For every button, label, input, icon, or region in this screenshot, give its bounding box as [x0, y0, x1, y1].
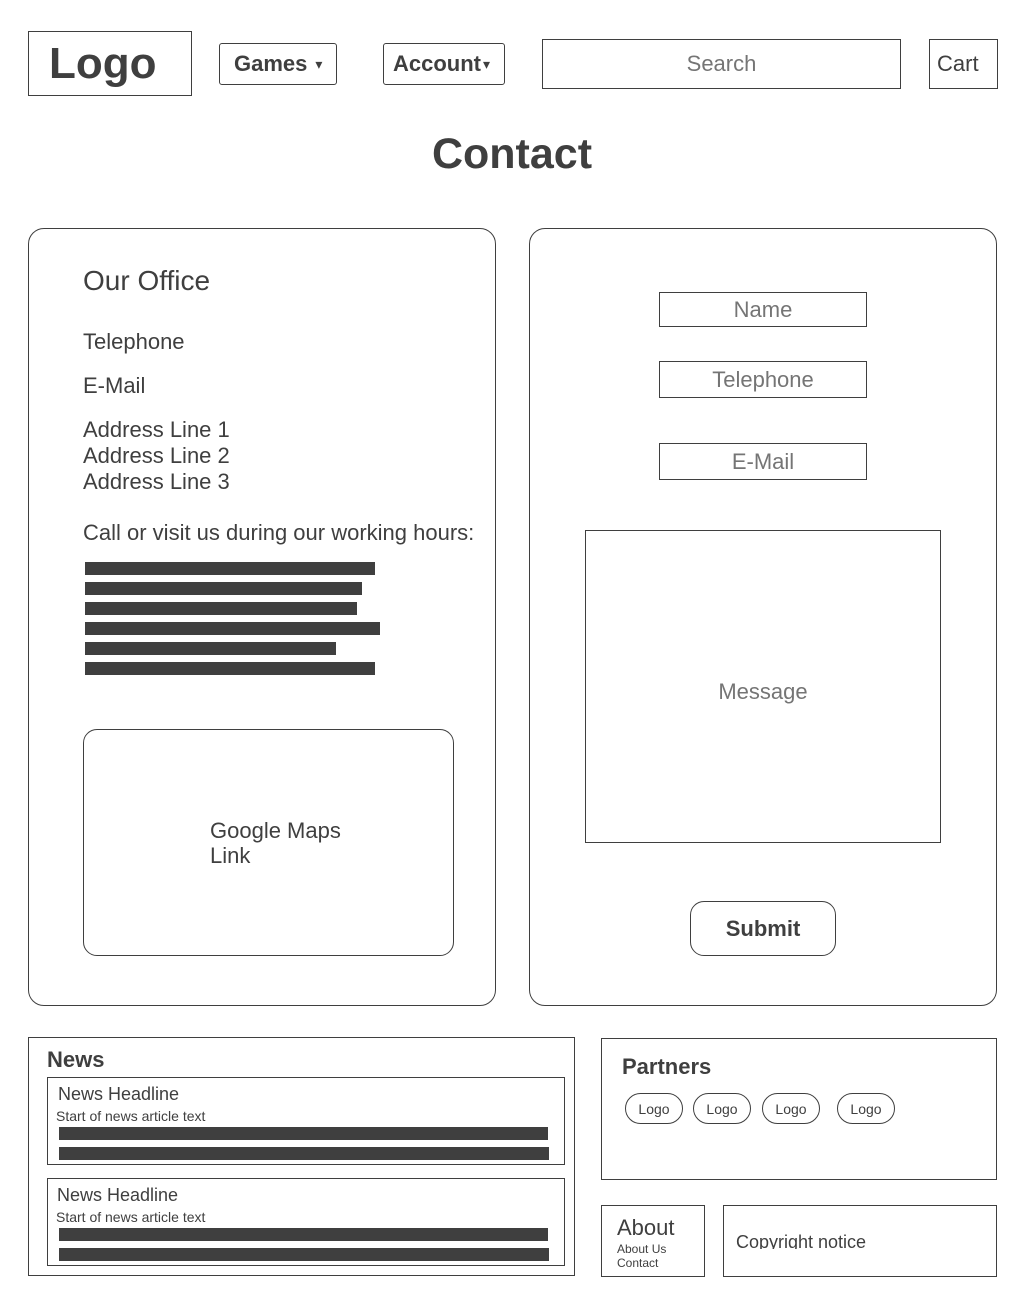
news-article-text: Start of news article text [56, 1209, 206, 1225]
partners-title: Partners [622, 1054, 712, 1079]
account-dropdown[interactable]: Account ▾ [383, 43, 505, 85]
news-text-placeholder [59, 1228, 548, 1241]
hours-text-placeholder [85, 602, 357, 615]
name-input[interactable] [659, 292, 867, 327]
submit-button[interactable]: Submit [690, 901, 836, 956]
hours-text-placeholder [85, 642, 336, 655]
search-input[interactable] [542, 39, 901, 89]
news-headline: News Headline [57, 1185, 179, 1205]
email-input[interactable] [659, 443, 867, 480]
address-line-3: Address Line 3 [83, 469, 230, 494]
news-item[interactable]: News Headline Start of news article text [47, 1077, 565, 1165]
chevron-down-icon: ▾ [483, 55, 491, 72]
news-text-placeholder [59, 1127, 548, 1140]
address-line-1: Address Line 1 [83, 417, 230, 442]
cart-button[interactable]: Cart [929, 39, 998, 89]
partner-logo[interactable]: Logo [625, 1093, 683, 1124]
account-dropdown-label: Account [393, 51, 481, 76]
partner-logo[interactable]: Logo [762, 1093, 820, 1124]
copyright-notice: Copyright notice [736, 1232, 867, 1249]
page-title: Contact [431, 130, 593, 178]
contact-link[interactable]: Contact [617, 1256, 658, 1270]
news-title: News [47, 1047, 105, 1072]
hours-text-placeholder [85, 562, 375, 575]
partner-logo[interactable]: Logo [693, 1093, 751, 1124]
telephone-input[interactable] [659, 361, 867, 398]
office-telephone: Telephone [83, 329, 185, 354]
hours-text-placeholder [85, 622, 380, 635]
partner-logo[interactable]: Logo [837, 1093, 895, 1124]
games-dropdown[interactable]: Games ▾ [219, 43, 337, 85]
address-line-2: Address Line 2 [83, 443, 230, 468]
chevron-down-icon: ▾ [315, 55, 323, 72]
office-title: Our Office [83, 265, 211, 296]
hours-text-placeholder [85, 662, 375, 675]
hours-text-placeholder [85, 582, 362, 595]
office-email: E-Mail [83, 373, 146, 398]
news-headline: News Headline [58, 1084, 180, 1104]
games-dropdown-label: Games [234, 51, 308, 76]
news-item[interactable]: News Headline Start of news article text [47, 1178, 565, 1266]
site-logo[interactable]: Logo [28, 31, 192, 96]
working-hours-intro: Call or visit us during our working hour… [83, 520, 475, 545]
about-title: About [617, 1215, 675, 1240]
news-text-placeholder [59, 1248, 549, 1261]
news-text-placeholder [59, 1147, 549, 1160]
message-textarea[interactable] [585, 530, 941, 843]
google-maps-link-label: Google Maps Link [210, 818, 341, 868]
about-us-link[interactable]: About Us [617, 1242, 666, 1256]
news-article-text: Start of news article text [56, 1108, 206, 1124]
